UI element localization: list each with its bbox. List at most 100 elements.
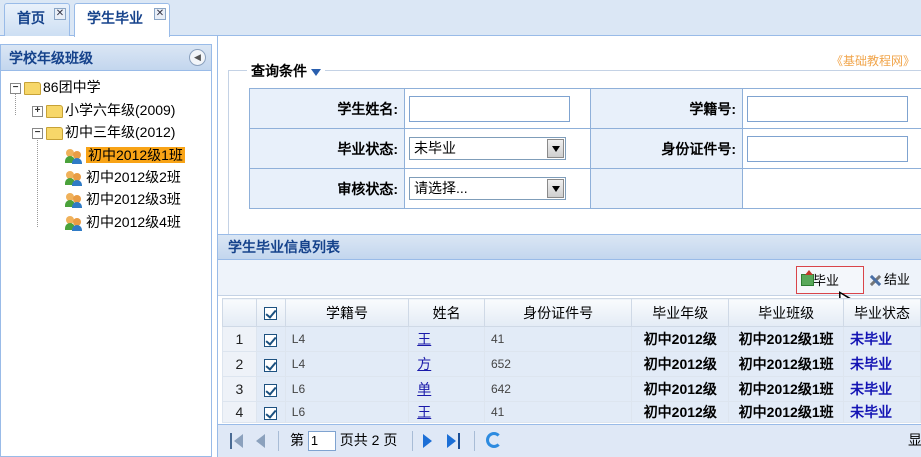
close-icon[interactable]: ✕ — [54, 8, 66, 20]
row-select-cell[interactable] — [255, 401, 286, 423]
graduate-button[interactable]: 毕业 — [796, 266, 864, 294]
tree-node-class[interactable]: 初中2012级3班 — [65, 189, 181, 209]
student-name-link[interactable]: 方 — [408, 351, 485, 377]
folder-icon — [46, 126, 63, 140]
conclude-button[interactable]: 结业 — [866, 266, 921, 294]
tree-panel-header: 学校年级班级 ◀ — [1, 45, 211, 71]
folder-icon — [24, 81, 41, 95]
id-card-cell: 652 — [483, 351, 633, 377]
student-id-cell: L4 — [284, 351, 410, 377]
student-id-input[interactable] — [747, 95, 908, 122]
review-status-label: 审核状态: — [249, 168, 405, 209]
row-checkbox[interactable] — [264, 358, 278, 372]
tree-node-label-selected[interactable]: 初中2012级1班 — [86, 147, 185, 163]
tools-icon — [868, 274, 882, 286]
tree-node-label[interactable]: 小学六年级(2009) — [65, 102, 175, 118]
grad-status-cell: 未毕业 — [843, 326, 921, 352]
student-name-link[interactable]: 王 — [408, 326, 485, 352]
grad-class-cell: 初中2012级1班 — [728, 351, 845, 377]
close-icon[interactable]: ✕ — [154, 8, 166, 20]
pagination-bar: 第 1 页共 2 页 显 — [218, 424, 921, 457]
tree-node-label[interactable]: 初中2012级3班 — [86, 191, 181, 207]
previous-page-icon[interactable] — [254, 433, 268, 449]
grad-status-cell: 未毕业 — [843, 401, 921, 423]
table-row[interactable]: 1 L4 王 41 初中2012级 初中2012级1班 未毕业 — [222, 326, 921, 352]
grad-class-cell: 初中2012级1班 — [728, 326, 845, 352]
column-header[interactable]: 毕业班级 — [728, 298, 845, 327]
row-checkbox[interactable] — [264, 333, 278, 347]
users-icon — [65, 192, 83, 209]
tab-home[interactable]: 首页 ✕ — [4, 3, 70, 36]
student-id-cell — [742, 88, 921, 129]
grad-status-cell: 未毕业 — [843, 376, 921, 402]
student-name-input[interactable] — [409, 95, 570, 122]
id-card-input[interactable] — [747, 135, 908, 162]
student-id-cell: L6 — [284, 376, 410, 402]
row-select-cell[interactable] — [255, 326, 286, 352]
collapse-toggle-icon[interactable]: − — [32, 127, 43, 139]
student-name-label: 学生姓名: — [249, 88, 405, 129]
next-page-icon[interactable] — [422, 433, 436, 449]
collapse-toggle-icon[interactable]: − — [10, 82, 21, 94]
grad-status-cell: 未毕业 — [843, 351, 921, 377]
page-number-input[interactable]: 1 — [307, 431, 336, 452]
row-checkbox[interactable] — [264, 406, 278, 420]
id-card-label: 身份证件号: — [590, 128, 743, 169]
dropdown-arrow-icon[interactable] — [547, 179, 564, 198]
site-link[interactable]: 《基础教程网》 — [831, 52, 915, 69]
expand-toggle-icon[interactable]: + — [32, 105, 43, 117]
id-card-cell — [742, 128, 921, 169]
empty-label-cell — [590, 168, 743, 209]
query-legend[interactable]: 查询条件 — [247, 61, 325, 81]
student-id-cell: L6 — [284, 401, 410, 423]
row-select-cell[interactable] — [255, 376, 286, 402]
id-card-cell: 41 — [483, 326, 633, 352]
row-number: 1 — [222, 326, 257, 352]
row-select-cell[interactable] — [255, 351, 286, 377]
list-title: 学生毕业信息列表 — [228, 239, 340, 255]
column-header[interactable]: 毕业年级 — [631, 298, 730, 327]
dropdown-arrow-icon[interactable] — [547, 139, 564, 158]
row-checkbox[interactable] — [264, 383, 278, 397]
tab-bar: 首页 ✕ 学生毕业 ✕ — [0, 0, 921, 37]
main-content: 《基础教程网》 查询条件 学生姓名: 学籍号: 毕业状态: 未毕业 身份证件号:… — [217, 36, 921, 457]
triangle-down-icon[interactable] — [311, 68, 321, 76]
column-header[interactable]: 姓名 — [408, 298, 485, 327]
grad-class-cell: 初中2012级1班 — [728, 376, 845, 402]
student-name-link[interactable]: 王 — [408, 401, 485, 423]
select-all-header[interactable] — [255, 298, 286, 327]
query-conditions: 查询条件 学生姓名: 学籍号: 毕业状态: 未毕业 身份证件号: 审核状态: 请… — [228, 61, 921, 246]
column-header[interactable]: 身份证件号 — [483, 298, 633, 327]
table-row[interactable]: 2 L4 方 652 初中2012级 初中2012级1班 未毕业 — [222, 351, 921, 377]
student-name-link[interactable]: 单 — [408, 376, 485, 402]
grad-status-cell: 未毕业 — [404, 128, 591, 169]
column-header[interactable]: 学籍号 — [284, 298, 410, 327]
refresh-icon[interactable] — [486, 432, 502, 448]
tree-node-class[interactable]: 初中2012级1班 — [65, 145, 185, 165]
tree-node-label[interactable]: 初中三年级(2012) — [65, 124, 175, 140]
table-row[interactable]: 3 L6 单 642 初中2012级 初中2012级1班 未毕业 — [222, 376, 921, 402]
column-header[interactable]: 毕业状态 — [843, 298, 921, 327]
table-row[interactable]: 4 L6 王 41 初中2012级 初中2012级1班 未毕业 — [222, 401, 921, 423]
users-icon — [65, 170, 83, 187]
select-all-checkbox[interactable] — [264, 307, 278, 321]
review-status-select[interactable]: 请选择... — [409, 177, 566, 200]
tree-node-label[interactable]: 初中2012级2班 — [86, 169, 181, 185]
tree-node-class[interactable]: 初中2012级2班 — [65, 167, 181, 187]
tab-student-graduation[interactable]: 学生毕业 ✕ — [74, 3, 170, 37]
empty-value-cell — [742, 168, 921, 209]
tree-node-label[interactable]: 86团中学 — [43, 79, 101, 95]
grad-status-select[interactable]: 未毕业 — [409, 137, 566, 160]
tree-node-grade[interactable]: + 小学六年级(2009) — [32, 100, 175, 120]
collapse-panel-button[interactable]: ◀ — [189, 49, 206, 66]
student-name-cell — [404, 88, 591, 129]
divider — [412, 431, 413, 451]
tree-node-grade[interactable]: − 初中三年级(2012) — [32, 122, 175, 142]
tree-node-school[interactable]: − 86团中学 — [10, 77, 101, 97]
grad-grade-cell: 初中2012级 — [631, 351, 730, 377]
review-status-cell: 请选择... — [404, 168, 591, 209]
tree-node-class[interactable]: 初中2012级4班 — [65, 212, 181, 232]
first-page-icon[interactable] — [230, 433, 244, 449]
last-page-icon[interactable] — [446, 433, 460, 449]
tree-node-label[interactable]: 初中2012级4班 — [86, 214, 181, 230]
